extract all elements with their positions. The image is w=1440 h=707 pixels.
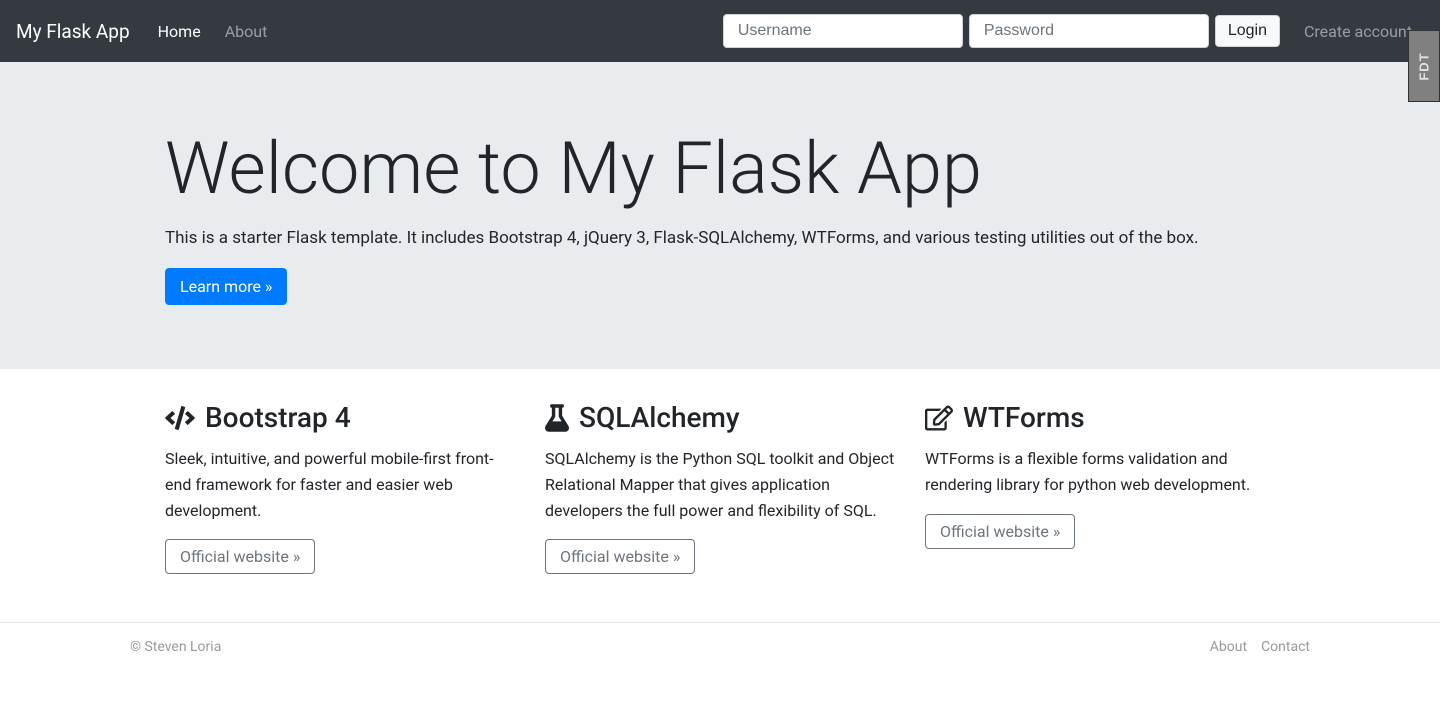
feature-title: Bootstrap 4 xyxy=(205,401,351,434)
official-website-button[interactable]: Official website » xyxy=(925,514,1075,549)
feature-wtforms: WTForms WTForms is a flexible forms vali… xyxy=(925,401,1275,574)
username-input[interactable] xyxy=(723,14,963,48)
feature-description: Sleek, intuitive, and powerful mobile-fi… xyxy=(165,446,515,523)
feature-heading: SQLAlchemy xyxy=(545,401,895,434)
feature-heading: Bootstrap 4 xyxy=(165,401,515,434)
footer: © Steven Loria About Contact xyxy=(0,622,1440,671)
feature-bootstrap: Bootstrap 4 Sleek, intuitive, and powerf… xyxy=(165,401,515,574)
footer-contact-link[interactable]: Contact xyxy=(1261,639,1310,655)
debug-toolbar-toggle[interactable]: FDT xyxy=(1408,30,1440,102)
code-icon xyxy=(165,406,195,430)
navbar: My Flask App Home About Login Create acc… xyxy=(0,0,1440,62)
official-website-button[interactable]: Official website » xyxy=(165,539,315,574)
hero-title: Welcome to My Flask App xyxy=(165,126,1275,212)
brand-link[interactable]: My Flask App xyxy=(16,20,130,43)
fdt-label: FDT xyxy=(1417,52,1432,80)
features-section: Bootstrap 4 Sleek, intuitive, and powerf… xyxy=(150,401,1290,574)
feature-title: SQLAlchemy xyxy=(579,401,740,434)
nav-links: Home About xyxy=(146,22,280,41)
footer-about-link[interactable]: About xyxy=(1210,639,1247,655)
learn-more-button[interactable]: Learn more » xyxy=(165,268,287,305)
hero-section: Welcome to My Flask App This is a starte… xyxy=(0,62,1440,369)
navbar-right: Login Create account xyxy=(723,14,1424,49)
flask-icon xyxy=(545,404,569,432)
nav-home[interactable]: Home xyxy=(146,14,213,49)
hero-description: This is a starter Flask template. It inc… xyxy=(165,228,1275,248)
password-input[interactable] xyxy=(969,14,1209,48)
create-account-link[interactable]: Create account xyxy=(1292,14,1424,49)
official-website-button[interactable]: Official website » xyxy=(545,539,695,574)
feature-description: SQLAlchemy is the Python SQL toolkit and… xyxy=(545,446,895,523)
feature-sqlalchemy: SQLAlchemy SQLAlchemy is the Python SQL … xyxy=(545,401,895,574)
edit-icon xyxy=(925,405,953,431)
feature-title: WTForms xyxy=(963,401,1085,434)
feature-description: WTForms is a flexible forms validation a… xyxy=(925,446,1275,497)
footer-copyright: © Steven Loria xyxy=(130,639,221,655)
feature-heading: WTForms xyxy=(925,401,1275,434)
login-button[interactable]: Login xyxy=(1215,15,1280,47)
nav-about[interactable]: About xyxy=(213,14,280,49)
